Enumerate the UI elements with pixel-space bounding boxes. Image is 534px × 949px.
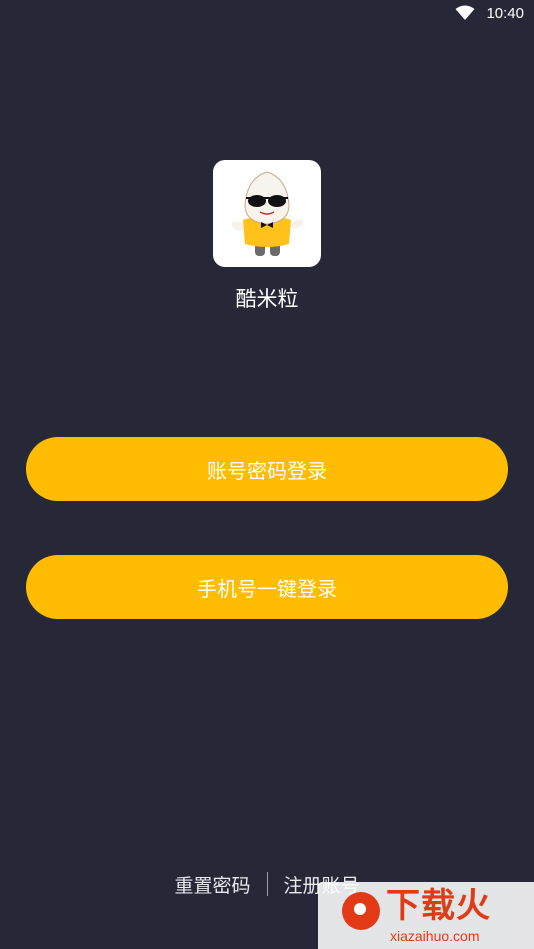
footer-divider [266, 872, 268, 896]
phone-one-click-login-button[interactable]: 手机号一键登录 [26, 555, 508, 619]
watermark-logo-icon [342, 892, 380, 930]
watermark-title: 下载火 [386, 886, 491, 926]
app-name: 酷米粒 [235, 287, 299, 311]
status-time: 10:40 [486, 5, 524, 22]
account-password-login-button[interactable]: 账号密码登录 [26, 437, 508, 501]
reset-password-link[interactable]: 重置密码 [174, 871, 250, 898]
app-logo [213, 160, 321, 267]
watermark-badge: 下载火 xiazaihuo.com [318, 882, 534, 949]
wifi-icon [455, 5, 475, 20]
watermark-url: xiazaihuo.com [390, 928, 480, 944]
status-bar: 10:40 [0, 0, 534, 28]
rice-mascot-icon [231, 171, 304, 256]
